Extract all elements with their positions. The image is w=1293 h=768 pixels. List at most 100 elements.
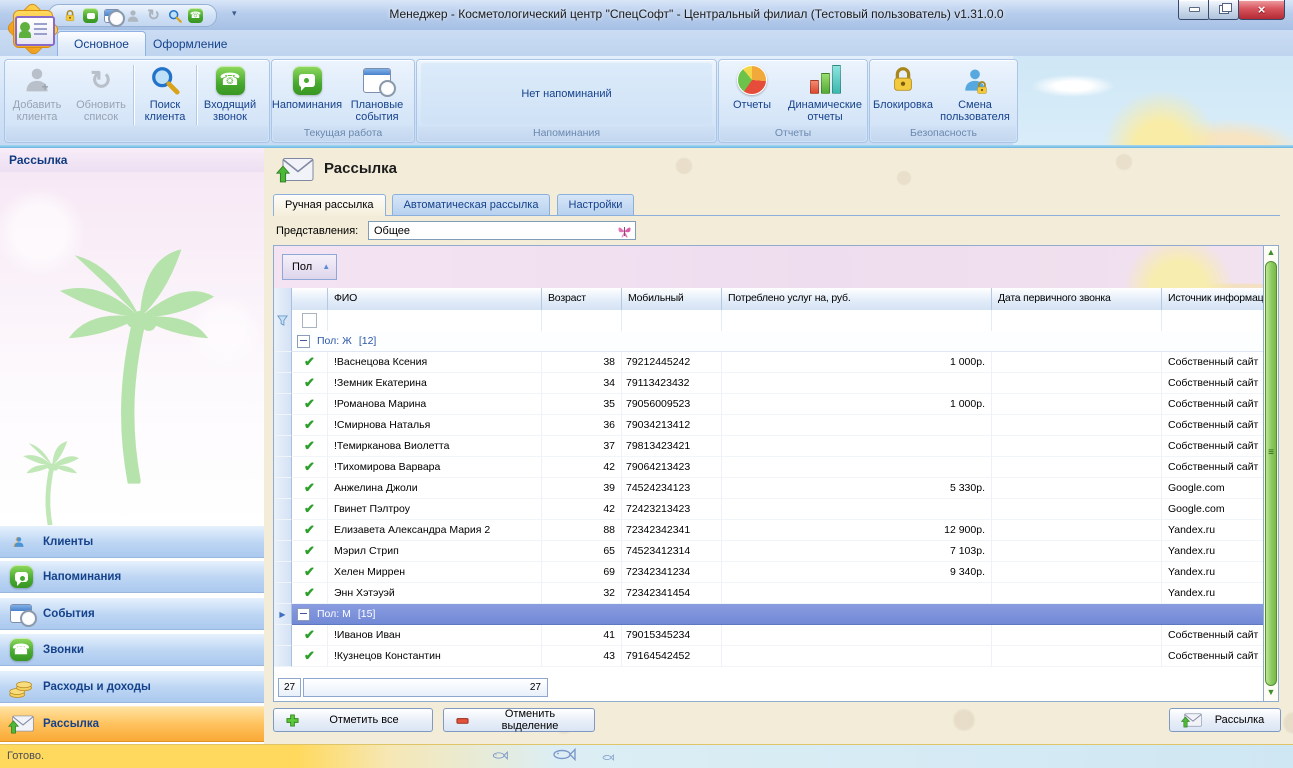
incoming-call-button[interactable]: ☎ Входящий звонок <box>197 63 263 123</box>
table-row[interactable]: ✔!Кузнецов Константин4379164542452Собств… <box>274 646 1264 667</box>
row-check-icon[interactable]: ✔ <box>292 562 328 583</box>
table-row[interactable]: ✔!Романова Марина35790560095231 000р.Соб… <box>274 394 1264 415</box>
row-check-icon[interactable]: ✔ <box>292 373 328 394</box>
collapse-icon[interactable] <box>297 608 310 621</box>
cell-spent <box>722 625 992 646</box>
filter-cell[interactable] <box>992 310 1162 331</box>
sidebar-item-mailing[interactable]: Рассылка <box>0 706 264 742</box>
select-all-button[interactable]: Отметить все <box>273 708 433 732</box>
row-check-icon[interactable]: ✔ <box>292 499 328 520</box>
filter-cell[interactable] <box>622 310 722 331</box>
filter-cell[interactable] <box>1162 310 1264 331</box>
reminders-button[interactable]: Напоминания <box>272 63 342 111</box>
group-row[interactable]: ▶Пол: М[15] <box>274 604 1264 625</box>
table-row[interactable]: ✔Хелен Миррен69723423412349 340р.Yandex.… <box>274 562 1264 583</box>
minimize-button[interactable] <box>1178 0 1210 20</box>
app-icon[interactable] <box>7 4 59 54</box>
planned-events-button[interactable]: Плановые события <box>342 63 412 123</box>
table-row[interactable]: ✔Гвинет Пэлтроу4272423213423Google.com <box>274 499 1264 520</box>
group-header[interactable]: Пол: М[15] <box>292 604 1264 625</box>
reminders-icon[interactable] <box>82 7 99 24</box>
search-client-button[interactable]: Поиск клиента <box>134 63 196 123</box>
table-row[interactable]: ✔!Тихомирова Варвара4279064213423Собстве… <box>274 457 1264 478</box>
row-check-icon[interactable]: ✔ <box>292 436 328 457</box>
table-row[interactable]: ✔!Смирнова Наталья3679034213412Собственн… <box>274 415 1264 436</box>
change-user-button[interactable]: Смена пользователя <box>936 63 1014 123</box>
table-row[interactable]: ✔Анжелина Джоли39745242341235 330р.Googl… <box>274 478 1264 499</box>
sidebar-item-clients[interactable]: Клиенты <box>0 525 264 558</box>
row-check-icon[interactable]: ✔ <box>292 646 328 667</box>
cell-age: 32 <box>542 583 622 604</box>
column-header-age[interactable]: Возраст <box>542 288 622 310</box>
sidebar-item-events[interactable]: События <box>0 597 264 630</box>
close-button[interactable]: × <box>1238 0 1285 20</box>
filter-cell[interactable] <box>722 310 992 331</box>
table-row[interactable]: ✔Елизавета Александра Мария 288723423423… <box>274 520 1264 541</box>
client-icon[interactable] <box>124 7 141 24</box>
column-header-first-call[interactable]: Дата первичного звонка <box>992 288 1162 310</box>
filter-checkbox[interactable] <box>292 310 328 331</box>
table-row[interactable]: ✔!Васнецова Ксения38792124452421 000р.Со… <box>274 352 1264 373</box>
row-check-icon[interactable]: ✔ <box>292 457 328 478</box>
group-row[interactable]: Пол: Ж[12] <box>274 331 1264 352</box>
table-row[interactable]: ✔!Темирканова Виолетта3779813423421Собст… <box>274 436 1264 457</box>
filter-cell[interactable] <box>542 310 622 331</box>
tab-manual-mailing[interactable]: Ручная рассылка <box>273 194 386 216</box>
column-header-fio[interactable]: ФИО <box>328 288 542 310</box>
row-check-icon[interactable]: ✔ <box>292 415 328 436</box>
sidebar-item-calls[interactable]: ☎ Звонки <box>0 633 264 666</box>
views-combobox[interactable]: Общее <box>368 221 636 240</box>
scroll-down-icon[interactable]: ▼ <box>1264 687 1278 700</box>
cell-spent <box>722 646 992 667</box>
send-mailing-button[interactable]: Рассылка <box>1169 708 1281 732</box>
lock-button[interactable]: Блокировка <box>870 63 936 111</box>
cell-fio: !Тихомирова Варвара <box>328 457 542 478</box>
events-icon[interactable] <box>103 7 120 24</box>
cell-source: Google.com <box>1162 499 1264 520</box>
filter-icon[interactable] <box>274 310 292 331</box>
sidebar-header: Рассылка <box>0 148 264 173</box>
group-header[interactable]: Пол: Ж[12] <box>292 331 1264 352</box>
scrollbar-thumb[interactable] <box>1265 261 1277 686</box>
table-row[interactable]: ✔!Иванов Иван4179015345234Собственный са… <box>274 625 1264 646</box>
row-check-icon[interactable]: ✔ <box>292 520 328 541</box>
row-check-icon[interactable]: ✔ <box>292 478 328 499</box>
header-check-cell[interactable] <box>292 288 328 310</box>
column-header-mobile[interactable]: Мобильный <box>622 288 722 310</box>
row-check-icon[interactable]: ✔ <box>292 394 328 415</box>
table-row[interactable]: ✔Мэрил Стрип65745234123147 103р.Yandex.r… <box>274 541 1264 562</box>
clear-selection-button[interactable]: Отменить выделение <box>443 708 595 732</box>
tab-settings[interactable]: Настройки <box>557 194 635 215</box>
column-header-spent[interactable]: Потреблено услуг на, руб. <box>722 288 992 310</box>
grouping-panel[interactable]: Пол ▲ <box>274 246 1264 289</box>
clients-icon <box>9 530 33 554</box>
butterfly-icon[interactable] <box>617 224 632 239</box>
filter-cell[interactable] <box>328 310 542 331</box>
restore-icon <box>1219 5 1229 14</box>
table-row[interactable]: ✔!Земник Екатерина3479113423432Собственн… <box>274 373 1264 394</box>
column-header-source[interactable]: Источник информации <box>1162 288 1264 310</box>
collapse-icon[interactable] <box>297 335 310 348</box>
row-check-icon[interactable]: ✔ <box>292 541 328 562</box>
tab-main[interactable]: Основное <box>57 31 146 57</box>
search-icon[interactable] <box>166 7 183 24</box>
sidebar-item-reminders[interactable]: Напоминания <box>0 560 264 593</box>
scroll-up-icon[interactable]: ▲ <box>1264 247 1278 260</box>
refresh-icon[interactable]: ↻ <box>145 7 162 24</box>
lock-icon[interactable] <box>61 7 78 24</box>
phone-icon[interactable]: ☎ <box>187 7 204 24</box>
qat-customize-icon[interactable]: ▾ <box>232 8 237 19</box>
sidebar-item-finance[interactable]: Расходы и доходы <box>0 670 264 703</box>
row-check-icon[interactable]: ✔ <box>292 583 328 604</box>
restore-button[interactable] <box>1208 0 1239 20</box>
dynamic-reports-button[interactable]: Динамические отчеты <box>785 63 865 123</box>
vertical-scrollbar[interactable]: ▲ ▼ <box>1263 246 1278 701</box>
table-row[interactable]: ✔Энн Хэтэуэй3272342341454Yandex.ru <box>274 583 1264 604</box>
group-by-column-button[interactable]: Пол ▲ <box>282 254 337 280</box>
cell-fio: Елизавета Александра Мария 2 <box>328 520 542 541</box>
row-check-icon[interactable]: ✔ <box>292 625 328 646</box>
row-check-icon[interactable]: ✔ <box>292 352 328 373</box>
reports-button[interactable]: Отчеты <box>719 63 785 111</box>
tab-auto-mailing[interactable]: Автоматическая рассылка <box>392 194 551 215</box>
tab-design[interactable]: Оформление <box>137 32 243 56</box>
